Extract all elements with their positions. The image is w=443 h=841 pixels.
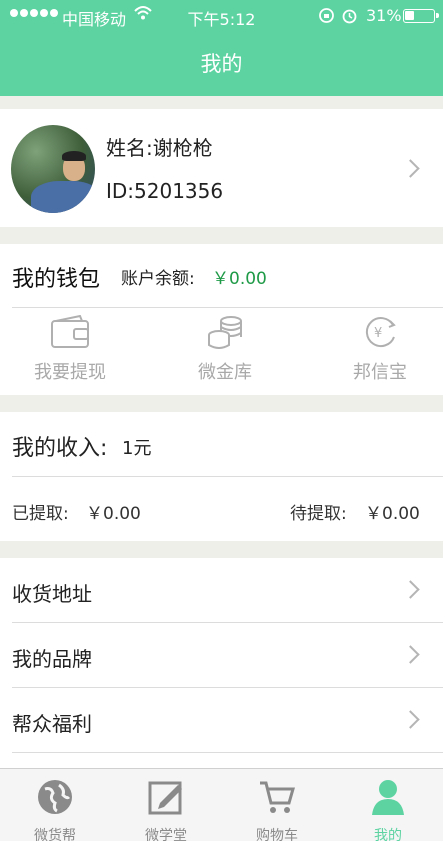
divider	[12, 307, 443, 308]
menu-item-my-brand[interactable]: 我的品牌	[0, 623, 443, 688]
wallet-title: 我的钱包	[12, 267, 101, 292]
menu-item-label: 我的品牌	[12, 647, 92, 671]
tab-weixuetang[interactable]: 微学堂	[111, 769, 221, 841]
tab-bar: 微货帮 微学堂 购物车 我的	[0, 768, 443, 841]
income-value: 1元	[122, 438, 152, 459]
page-title: 我的	[200, 52, 243, 76]
tab-label: 微货帮	[34, 828, 76, 841]
tab-label: 我的	[374, 828, 402, 841]
withdrawn-value: ￥0.00	[86, 504, 141, 524]
header-bar: 中国移动 下午5:12 31% 我的	[0, 0, 443, 96]
yen-cycle-icon: ¥	[365, 317, 396, 347]
pending-value: ￥0.00	[365, 504, 420, 524]
coins-icon	[208, 316, 242, 349]
avatar[interactable]	[11, 125, 95, 213]
profile-id: ID:5201356	[106, 179, 224, 203]
balance-label: 账户余额:	[121, 269, 195, 289]
menu-list: 收货地址 我的品牌 帮众福利	[0, 558, 443, 768]
tab-label: 购物车	[256, 828, 298, 841]
svg-text:¥: ¥	[374, 326, 382, 341]
profile-card[interactable]	[0, 109, 443, 227]
alarm-icon	[342, 9, 357, 24]
status-bar: 中国移动 下午5:12 31%	[0, 0, 443, 32]
withdraw-button[interactable]: 我要提现	[15, 314, 125, 383]
withdrawn-label: 已提取:	[12, 504, 69, 524]
menu-item-shipping-address[interactable]: 收货地址	[0, 558, 443, 623]
pending-label: 待提取:	[290, 504, 347, 524]
globe-icon	[38, 780, 72, 814]
cart-icon	[260, 781, 295, 813]
divider	[12, 476, 443, 477]
tab-weihuobang[interactable]: 微货帮	[0, 769, 110, 841]
income-title: 我的收入:	[12, 436, 108, 461]
menu-item-member-benefits[interactable]: 帮众福利	[0, 688, 443, 753]
balance-value: ￥0.00	[212, 269, 267, 289]
tab-cart[interactable]: 购物车	[222, 769, 332, 841]
wallet-icon	[51, 314, 89, 348]
withdraw-label: 我要提现	[34, 362, 106, 383]
tab-mine[interactable]: 我的	[333, 769, 443, 841]
micro-vault-label: 微金库	[198, 362, 252, 383]
tab-label: 微学堂	[145, 828, 187, 841]
divider	[12, 752, 443, 753]
menu-item-label: 帮众福利	[12, 712, 92, 736]
rotation-lock-icon	[319, 8, 334, 23]
bangxinbao-button[interactable]: ¥ 邦信宝	[325, 315, 435, 383]
bangxinbao-label: 邦信宝	[353, 362, 407, 383]
person-icon	[372, 780, 404, 815]
profile-name: 姓名:谢枪枪	[106, 136, 213, 160]
edit-icon	[148, 781, 182, 815]
battery-percent: 31%	[366, 6, 402, 25]
menu-item-label: 收货地址	[12, 582, 92, 606]
micro-vault-button[interactable]: 微金库	[170, 315, 280, 383]
battery-icon	[403, 9, 439, 23]
